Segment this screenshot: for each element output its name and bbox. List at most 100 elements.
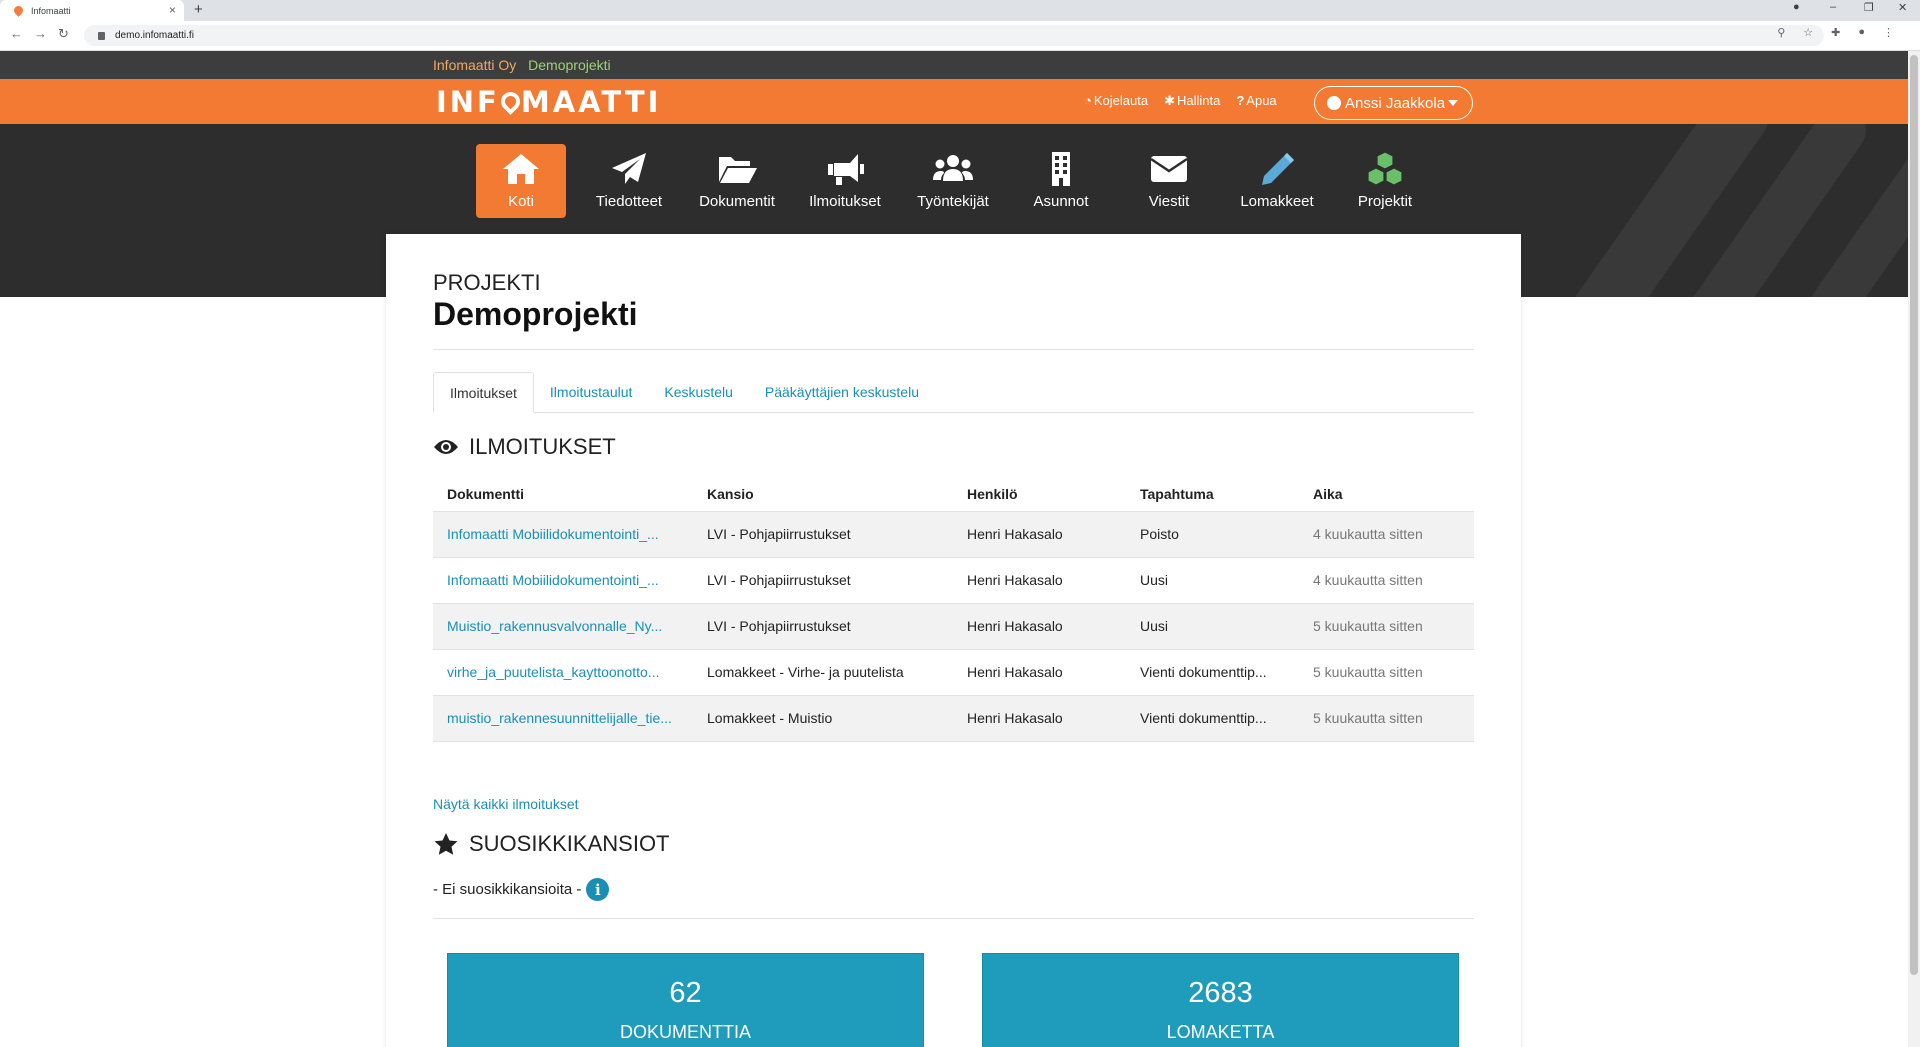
no-favorites-message: - Ei suosikkikansioita - i	[433, 878, 610, 901]
document-link[interactable]: Muistio_rakennusvalvonnalle_Ny...	[433, 603, 693, 650]
nav-forms[interactable]: Lomakkeet	[1223, 144, 1331, 218]
logo-text-right: MAATTI	[520, 85, 662, 119]
menu-kebab-icon[interactable]: ⋮	[1883, 26, 1894, 39]
divider	[433, 349, 1474, 350]
notifications-table: Dokumentti Kansio Henkilö Tapahtuma Aika…	[433, 477, 1474, 742]
caret-down-icon	[1448, 100, 1458, 106]
nav-projects[interactable]: Projektit	[1331, 144, 1439, 218]
nav-home[interactable]: Koti	[476, 144, 566, 218]
divider	[433, 918, 1474, 919]
back-icon[interactable]: ←	[10, 26, 23, 41]
favorites-heading: SUOSIKKIKANSIOT	[433, 831, 670, 857]
company-link[interactable]: Infomaatti Oy	[433, 57, 516, 73]
home-icon	[503, 154, 539, 184]
building-icon	[1052, 152, 1070, 186]
nav-apartments-label: Asunnot	[1033, 193, 1089, 210]
col-person[interactable]: Henkilö	[953, 477, 1126, 512]
document-link[interactable]: Infomaatti Mobiilidokumentointi_...	[433, 511, 693, 558]
documents-stat-tile[interactable]: 62 DOKUMENTTIA	[447, 953, 924, 1047]
documents-count: 62	[669, 977, 702, 1009]
nav-documents[interactable]: Dokumentit	[683, 144, 791, 218]
close-icon[interactable]: ×	[169, 3, 176, 17]
tab-notifications[interactable]: Ilmoitukset	[433, 372, 534, 413]
time-cell: 5 kuukautta sitten	[1299, 603, 1474, 650]
tab-admin-discussion[interactable]: Pääkäyttäjien keskustelu	[749, 372, 935, 413]
user-circle-icon	[1327, 96, 1341, 110]
document-link[interactable]: Infomaatti Mobiilidokumentointi_...	[433, 557, 693, 604]
minimize-icon[interactable]: –	[1830, 1, 1836, 13]
dashboard-link[interactable]: ◔ Kojelauta	[1084, 93, 1148, 109]
info-icon[interactable]: i	[586, 878, 610, 901]
nav-apartments[interactable]: Asunnot	[1007, 144, 1115, 218]
pin-icon	[496, 88, 524, 115]
person-cell: Henri Hakasalo	[953, 603, 1126, 650]
users-icon	[933, 155, 973, 181]
no-favorites-text: - Ei suosikkikansioita -	[433, 881, 582, 898]
page-pre-title: PROJEKTI	[433, 270, 541, 295]
browser-tab[interactable]: Infomaatti ×	[0, 0, 184, 21]
user-menu-button[interactable]: Anssi Jaakkola	[1314, 86, 1473, 120]
zoom-icon[interactable]: ⚲	[1777, 26, 1785, 39]
pencil-icon	[1262, 153, 1294, 185]
forms-count: 2683	[1188, 977, 1253, 1009]
infomaatti-logo[interactable]: INF MAATTI	[436, 85, 661, 119]
extensions-icon[interactable]: ✚	[1831, 26, 1840, 39]
top-header: INF MAATTI ◔ Kojelauta ✱ Hallinta ? Apua Ans…	[0, 79, 1908, 124]
time-cell: 5 kuukautta sitten	[1299, 695, 1474, 742]
header-links: ◔ Kojelauta ✱ Hallinta ? Apua	[1084, 93, 1277, 109]
favorites-heading-text: SUOSIKKIKANSIOT	[469, 831, 670, 856]
col-folder[interactable]: Kansio	[693, 477, 953, 512]
address-url: demo.infomaatti.fi	[115, 30, 194, 41]
new-tab-icon[interactable]: +	[194, 1, 203, 18]
reload-icon[interactable]: ↻	[58, 26, 69, 42]
table-row: virhe_ja_puutelista_kayttoonotto... Loma…	[433, 649, 1474, 696]
scrollbar-thumb[interactable]	[1910, 55, 1918, 975]
forward-icon[interactable]: →	[34, 26, 47, 41]
window-close-icon[interactable]: ✕	[1898, 1, 1907, 14]
table-row: Infomaatti Mobiilidokumentointi_... LVI …	[433, 511, 1474, 558]
table-row: Infomaatti Mobiilidokumentointi_... LVI …	[433, 557, 1474, 604]
gear-icon: ✱	[1164, 93, 1175, 108]
restore-icon[interactable]: ❐	[1864, 1, 1874, 14]
account-icon[interactable]: ●	[1858, 26, 1865, 39]
folder-cell: Lomakkeet - Virhe- ja puutelista	[693, 649, 953, 696]
folder-open-icon	[719, 157, 757, 183]
context-bar: Infomaatti Oy Demoprojekti	[0, 51, 1908, 79]
content-card: PROJEKTI Demoprojekti Ilmoitukset Ilmoit…	[386, 234, 1521, 1047]
table-row: muistio_rakennesuunnittelijalle_tie... L…	[433, 695, 1474, 742]
help-link-label: Apua	[1246, 93, 1277, 108]
page-scrollbar[interactable]	[1908, 51, 1920, 1047]
main-nav: Koti Tiedotteet Dokumentit Ilmoitukset T…	[476, 144, 1439, 218]
project-tabs: Ilmoitukset Ilmoitustaulut Keskustelu Pä…	[433, 372, 1474, 413]
tab-bulletin-boards[interactable]: Ilmoitustaulut	[534, 372, 648, 413]
col-document[interactable]: Dokumentti	[433, 477, 693, 512]
folder-cell: LVI - Pohjapiirrustukset	[693, 603, 953, 650]
admin-link-label: Hallinta	[1176, 93, 1221, 108]
envelope-icon	[1150, 156, 1188, 182]
show-all-notifications-link[interactable]: Näytä kaikki ilmoitukset	[433, 796, 579, 812]
forms-stat-tile[interactable]: 2683 LOMAKETTA	[982, 953, 1459, 1047]
nav-notifications[interactable]: Ilmoitukset	[791, 144, 899, 218]
event-cell: Uusi	[1126, 603, 1299, 650]
col-event[interactable]: Tapahtuma	[1126, 477, 1299, 512]
tab-discussion[interactable]: Keskustelu	[648, 372, 748, 413]
document-link[interactable]: virhe_ja_puutelista_kayttoonotto...	[433, 649, 693, 696]
person-cell: Henri Hakasalo	[953, 695, 1126, 742]
nav-employees[interactable]: Työntekijät	[899, 144, 1007, 218]
col-time[interactable]: Aika	[1299, 477, 1474, 512]
nav-documents-label: Dokumentit	[699, 193, 775, 210]
address-bar[interactable]: demo.infomaatti.fi	[84, 25, 1824, 46]
bookmark-star-icon[interactable]: ☆	[1803, 26, 1813, 39]
help-link[interactable]: ? Apua	[1236, 93, 1276, 109]
nav-announcements[interactable]: Tiedotteet	[575, 144, 683, 218]
document-link[interactable]: muistio_rakennesuunnittelijalle_tie...	[433, 695, 693, 742]
logo-text-left: INF	[436, 85, 500, 119]
nav-announcements-label: Tiedotteet	[595, 193, 663, 210]
admin-link[interactable]: ✱ Hallinta	[1164, 93, 1220, 109]
person-cell: Henri Hakasalo	[953, 649, 1126, 696]
table-header-row: Dokumentti Kansio Henkilö Tapahtuma Aika	[433, 477, 1474, 512]
dashboard-link-label: Kojelauta	[1093, 93, 1149, 108]
project-link[interactable]: Demoprojekti	[528, 57, 610, 73]
nav-messages[interactable]: Viestit	[1115, 144, 1223, 218]
profile-icon[interactable]: ●	[1793, 1, 1800, 13]
